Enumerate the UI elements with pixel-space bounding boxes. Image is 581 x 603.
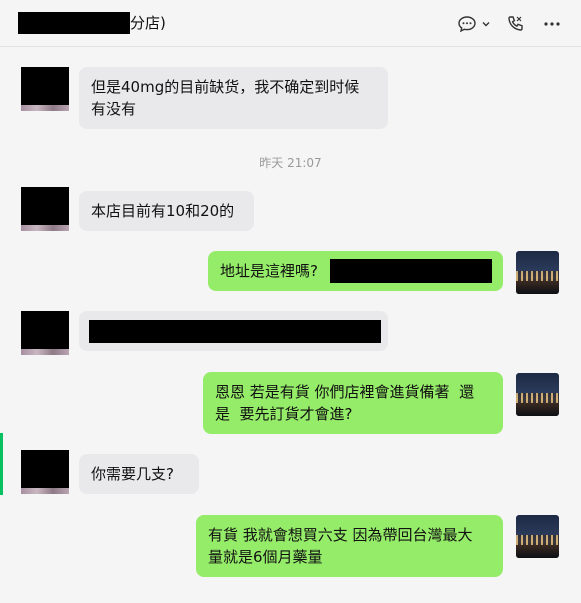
unread-marker xyxy=(0,433,3,495)
chat-title: 分店) xyxy=(18,12,166,34)
message-bubble-outgoing: 恩恩 若是有貨 你們店裡會進貨備著 還 是 要先訂貨才會進? xyxy=(203,372,503,434)
message-bubble-outgoing: 有貨 我就會想買六支 因為帶回台灣最大 量就是6個月藥量 xyxy=(196,515,503,577)
message-line: 有没有 xyxy=(91,100,137,118)
avatar[interactable] xyxy=(516,251,559,294)
message-bubble-incoming: 但是40mg的目前缺货，我不确定到时候 有没有 xyxy=(79,67,388,129)
avatar[interactable] xyxy=(21,187,69,231)
chat-bubble-icon[interactable] xyxy=(457,10,477,38)
message-line: 本店目前有10和20的 xyxy=(91,202,235,220)
chevron-down-icon[interactable] xyxy=(481,10,491,38)
message-bubble-incoming xyxy=(79,311,388,351)
message-line: 量就是6個月藥量 xyxy=(208,548,323,566)
avatar[interactable] xyxy=(21,450,69,494)
redacted-address xyxy=(330,259,492,283)
avatar[interactable] xyxy=(516,515,559,558)
redacted-title xyxy=(18,12,130,34)
message-bubble-outgoing: 地址是這裡嗎? xyxy=(208,251,503,291)
message-line: 有貨 我就會想買六支 因為帶回台灣最大 xyxy=(208,526,473,544)
message-line: 恩恩 若是有貨 你們店裡會進貨備著 還 xyxy=(215,383,475,401)
redacted-message xyxy=(89,320,381,343)
message-line: 你需要几支? xyxy=(91,465,174,483)
more-icon[interactable] xyxy=(543,10,561,38)
timestamp: 昨天 21:07 xyxy=(259,156,322,170)
call-icon[interactable] xyxy=(505,10,525,38)
chat-title-suffix: 分店) xyxy=(130,14,166,32)
message-line: 但是40mg的目前缺货，我不确定到时候 xyxy=(91,78,360,96)
message-line: 是 要先訂貨才會進? xyxy=(215,405,353,423)
message-bubble-incoming: 你需要几支? xyxy=(79,454,199,494)
avatar[interactable] xyxy=(21,311,69,355)
message-bubble-incoming: 本店目前有10和20的 xyxy=(79,191,254,231)
avatar[interactable] xyxy=(21,67,69,111)
chat-header: 分店) xyxy=(0,0,581,47)
message-line: 地址是這裡嗎? xyxy=(220,262,318,280)
avatar[interactable] xyxy=(516,373,559,416)
